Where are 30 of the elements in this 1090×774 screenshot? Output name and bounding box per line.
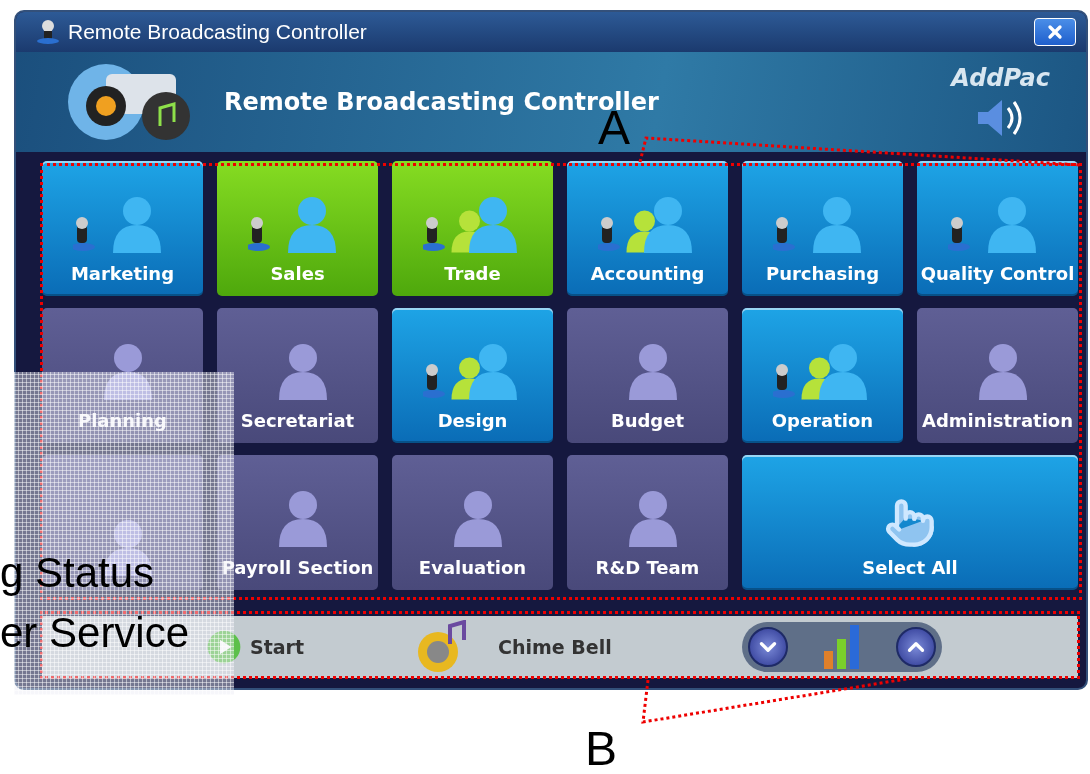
department-tile[interactable]: Planning bbox=[42, 308, 203, 443]
department-tile[interactable]: Secretariat bbox=[217, 308, 378, 443]
close-icon bbox=[1045, 22, 1065, 42]
volume-down-button[interactable] bbox=[747, 627, 788, 667]
department-tile[interactable]: R&D Team bbox=[567, 455, 728, 590]
department-tile[interactable]: Accounting bbox=[567, 161, 728, 296]
overlay-text: er Service bbox=[0, 612, 190, 654]
department-tile[interactable]: Purchasing bbox=[742, 161, 903, 296]
department-tile[interactable]: Marketing bbox=[42, 161, 203, 296]
department-tile[interactable]: Sales bbox=[217, 161, 378, 296]
department-tile[interactable]: Operation bbox=[742, 308, 903, 443]
department-tile[interactable]: Quality Control bbox=[917, 161, 1078, 296]
window-title: Remote Broadcasting Controller bbox=[68, 20, 368, 44]
department-tile[interactable]: Administration bbox=[917, 308, 1078, 443]
chime-bell-label[interactable]: Chime Bell bbox=[498, 636, 612, 658]
annotation-label: B bbox=[585, 725, 617, 773]
start-label[interactable]: Start bbox=[250, 636, 305, 658]
department-tile[interactable]: Budget bbox=[567, 308, 728, 443]
brand-name: AddPac bbox=[951, 64, 1050, 92]
pointing-hand-icon bbox=[884, 497, 936, 549]
microphone-icon bbox=[36, 19, 60, 45]
volume-bars-icon bbox=[821, 625, 862, 669]
close-button[interactable] bbox=[1034, 18, 1076, 46]
play-icon bbox=[206, 629, 242, 665]
volume-up-button[interactable] bbox=[895, 627, 936, 667]
department-tile[interactable]: Trade bbox=[392, 161, 553, 296]
department-tile[interactable]: Evaluation bbox=[392, 455, 553, 590]
overlay-text: g Status bbox=[0, 552, 155, 594]
department-tile[interactable]: Design bbox=[392, 308, 553, 443]
select-all-button[interactable]: Select All bbox=[742, 455, 1078, 590]
